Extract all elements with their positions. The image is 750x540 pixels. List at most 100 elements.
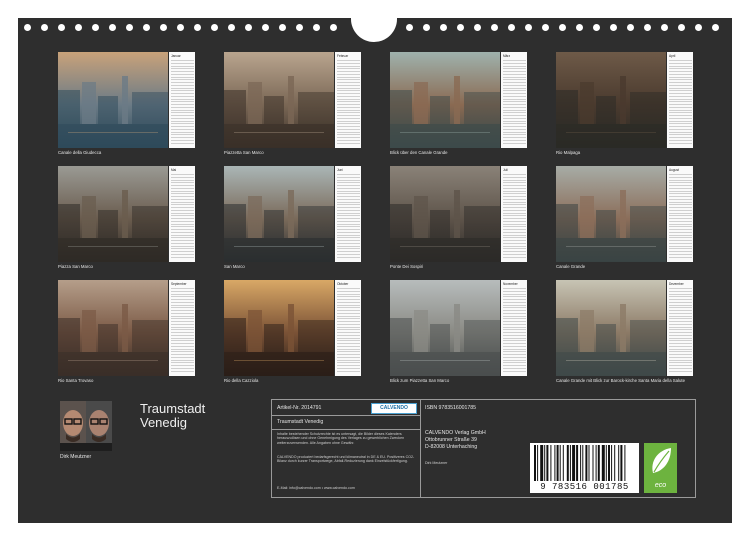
month-page: Oktober Rio della Cazziola [224,280,361,383]
day-line [171,354,194,355]
day-line [503,323,526,325]
day-line [503,365,526,366]
day-line [669,112,692,114]
day-line [503,134,526,136]
day-line [171,120,194,122]
binding-hole [58,24,65,31]
month-calendar-strip: November [501,280,527,376]
day-line [503,318,526,320]
day-line [669,131,692,133]
day-line [503,182,526,184]
day-line [503,201,526,203]
day-line [337,142,360,144]
day-line [503,98,526,100]
day-line [337,93,360,94]
day-line [669,340,692,342]
day-line [503,106,526,108]
day-line [503,343,526,344]
day-line [669,117,692,119]
day-line [669,248,692,250]
title-line-2: Venedig [140,415,187,430]
day-line [337,123,360,125]
month-caption: Rio Santa Trovaso [58,378,94,383]
month-photo [224,166,334,262]
day-line [669,304,692,306]
day-line [503,207,526,208]
day-line [171,299,194,300]
day-line [337,229,360,230]
day-line [669,190,692,192]
month-page: Juli Ponte Dei Sospiri [390,166,527,269]
author-name: Dirk Meutzner [60,454,92,460]
day-line [669,90,692,92]
article-number: Artikel-Nr. 2014791 [277,405,322,411]
day-line [337,204,360,206]
eco-label: eco [654,482,667,489]
day-line [337,299,360,300]
day-line [337,332,360,333]
month-calendar-strip: Juni [335,166,361,262]
publisher-street: Ottobrunner Straße 39 [425,437,477,443]
day-line [337,359,360,361]
binding-hole [126,24,133,31]
day-line [337,370,360,372]
production-text: CALVENDO produziert bedarfsgerecht und k… [277,455,415,464]
day-line [171,318,194,320]
day-line [337,82,360,83]
day-line [171,112,194,114]
day-line [669,201,692,203]
day-line [669,240,692,241]
day-line [503,209,526,211]
day-line [171,367,194,369]
day-line [669,62,692,64]
day-line [503,370,526,372]
day-line [669,215,692,217]
day-line [669,307,692,309]
day-line [669,310,692,311]
day-line [503,71,526,72]
day-line [337,201,360,203]
day-line [669,65,692,67]
binding-hole [542,24,549,31]
day-line [171,90,194,92]
day-line [171,73,194,75]
day-line [503,142,526,144]
day-line [337,95,360,97]
day-line [337,79,360,81]
day-line [503,337,526,339]
day-line [337,220,360,222]
day-line [503,256,526,258]
day-line [669,123,692,125]
day-line [171,323,194,325]
day-line [503,131,526,133]
day-line [337,288,360,289]
day-line [503,190,526,192]
day-line [337,109,360,111]
day-line [669,193,692,195]
day-line [669,296,692,298]
binding-hole [491,24,498,31]
month-name: Oktober [337,282,349,286]
day-line [503,87,526,89]
binding-hole [457,24,464,31]
day-line [669,345,692,347]
day-line [337,176,360,178]
day-line [337,106,360,108]
day-line [503,139,526,141]
day-line [171,337,194,339]
month-photo [390,166,500,262]
day-line [669,187,692,189]
day-line [171,174,194,175]
day-line [171,101,194,103]
day-line [171,234,194,236]
day-line [669,128,692,130]
day-line [171,95,194,97]
day-line [171,220,194,222]
day-line [503,237,526,239]
day-line [337,248,360,250]
day-line [337,351,360,353]
day-line [503,332,526,333]
binding-hole [695,24,702,31]
day-line [337,126,360,127]
day-line [503,174,526,175]
